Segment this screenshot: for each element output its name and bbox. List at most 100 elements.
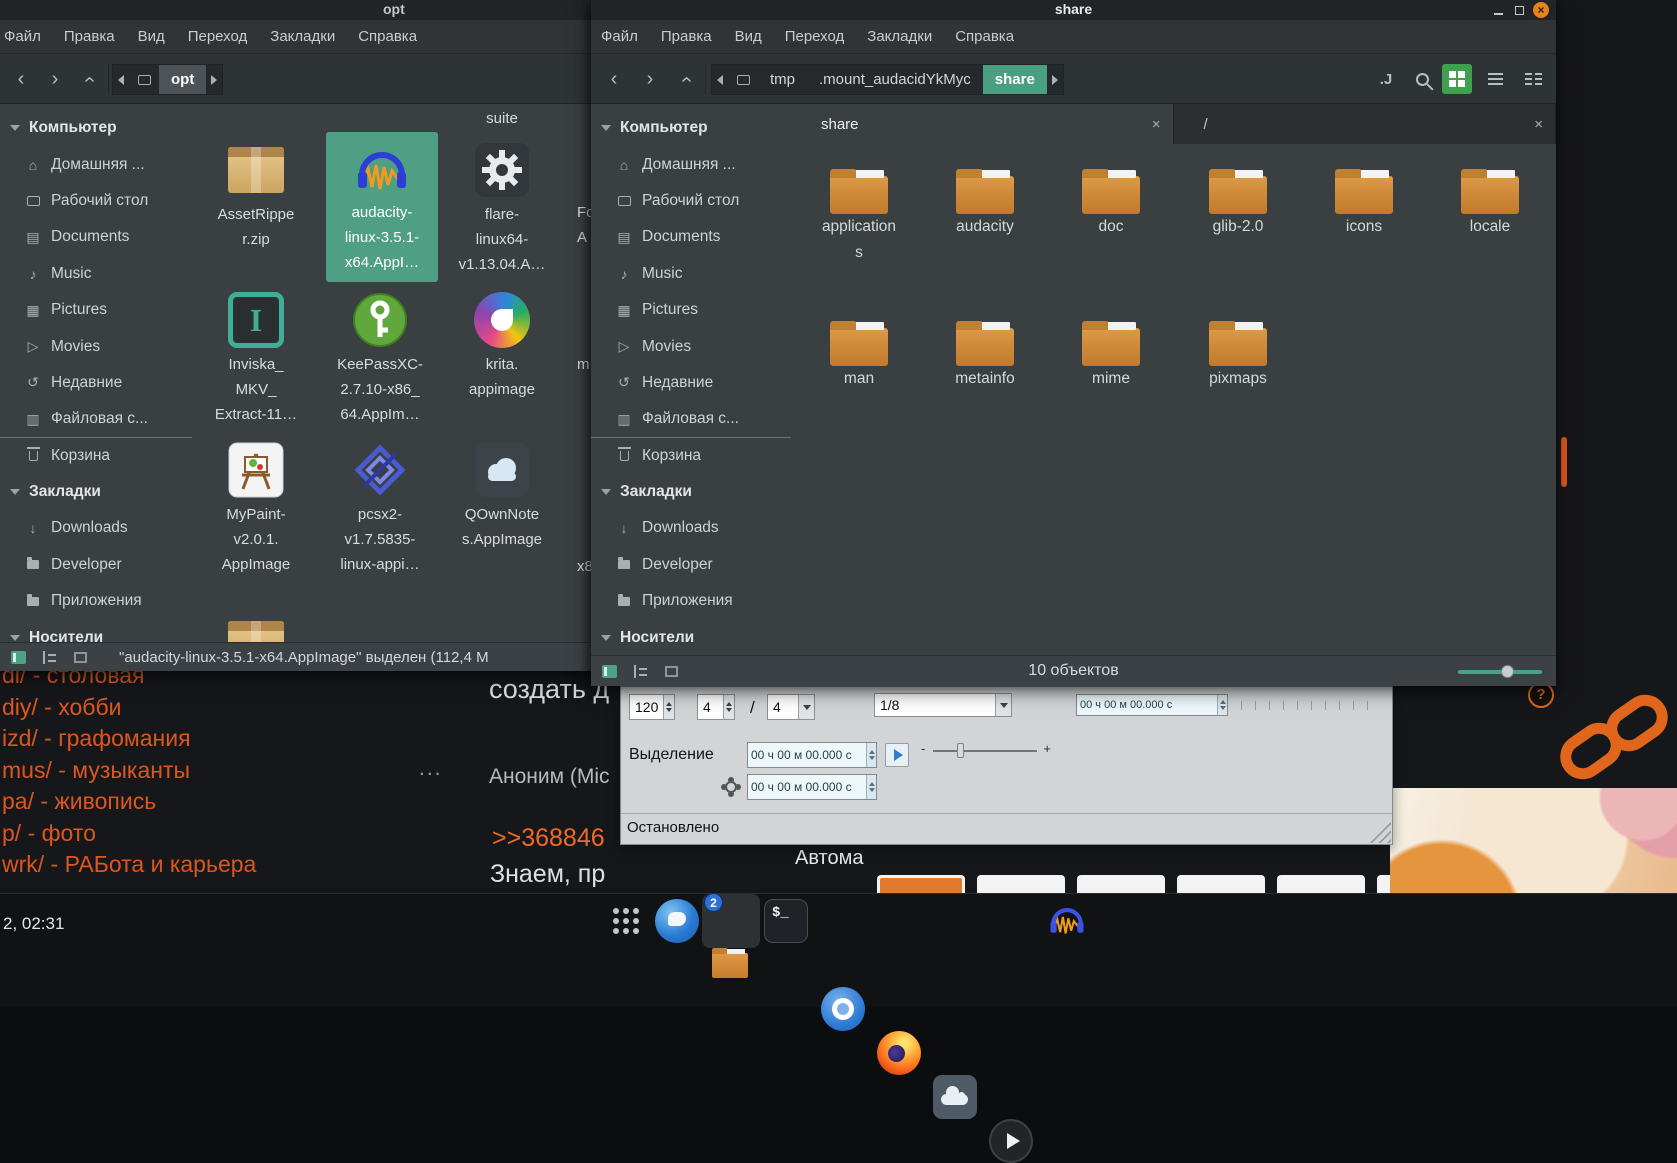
sidebar-item-developer[interactable]: Developer	[591, 547, 791, 583]
menu-help[interactable]: Справка	[955, 28, 1014, 45]
spinner-arrows-icon[interactable]	[866, 743, 876, 767]
close-button[interactable]: ×	[1533, 2, 1549, 18]
beats-spinbox[interactable]: 4	[697, 694, 735, 720]
tab-root[interactable]: / ×	[1174, 104, 1557, 144]
file-item-audacity-appimage-selected[interactable]: audacity-linux-3.5.1-x64.AppI…	[326, 132, 438, 282]
filter-button[interactable]: .J	[1371, 64, 1401, 94]
menu-go[interactable]: Переход	[785, 28, 845, 45]
file-item-inviska[interactable]: I Inviska_MKV_Extract-11…	[198, 288, 314, 427]
resize-grip[interactable]	[1369, 821, 1391, 843]
menu-edit[interactable]: Правка	[64, 28, 115, 45]
titlebar[interactable]: share ×	[591, 0, 1556, 20]
folder-item-applications[interactable]: applications	[799, 158, 919, 266]
sidebar-item-filesystem[interactable]: ▥Файловая с...	[0, 401, 192, 437]
audio-position-field[interactable]: 00 ч 00 м 00.000 с	[1076, 694, 1228, 716]
tab-close-icon[interactable]: ×	[1152, 116, 1161, 133]
slider-track[interactable]	[933, 750, 1037, 752]
path-segment-tmp[interactable]: tmp	[758, 65, 807, 94]
sidebar-item-pictures[interactable]: ▦Pictures	[0, 292, 192, 328]
sidebar-item-recent[interactable]: ↺Недавние	[0, 365, 192, 401]
blue-round-app-icon[interactable]	[655, 899, 699, 943]
places-icon[interactable]	[728, 65, 758, 94]
up-button[interactable]: ›	[671, 64, 701, 94]
sidebar-item-trash[interactable]: Корзина	[0, 438, 192, 474]
sidebar-item-applications[interactable]: Приложения	[0, 583, 192, 619]
menu-help[interactable]: Справка	[358, 28, 417, 45]
spinner-arrows-icon[interactable]	[866, 775, 876, 799]
path-segment-share[interactable]: share	[983, 65, 1047, 94]
forward-button[interactable]: ›	[635, 64, 665, 94]
spinner-arrows-icon[interactable]	[663, 695, 674, 719]
tempo-spinbox[interactable]: 120	[629, 694, 675, 720]
sidebar-section-bookmarks[interactable]: Закладки	[591, 474, 791, 510]
board-link[interactable]: diy/ - хобби	[2, 692, 256, 724]
sidebar-section-devices[interactable]: Носители	[0, 619, 192, 642]
folder-item-man[interactable]: man	[799, 310, 919, 392]
sidebar-item-documents[interactable]: ▤Documents	[591, 219, 791, 255]
sidebar-item-trash[interactable]: Корзина	[591, 438, 791, 474]
snap-dropdown[interactable]: 1/8	[874, 693, 1012, 717]
app-grid-button[interactable]	[613, 908, 639, 934]
file-item-partial-bottom[interactable]	[198, 612, 314, 642]
sidebar-item-filesystem[interactable]: ▥Файловая с...	[591, 401, 791, 437]
places-icon[interactable]	[129, 65, 159, 94]
post-menu-dots[interactable]: ...	[419, 757, 443, 781]
sidebar-item-documents[interactable]: ▤Documents	[0, 219, 192, 255]
slider-handle[interactable]	[957, 743, 964, 758]
tab-share[interactable]: share ×	[791, 104, 1174, 144]
sidebar-item-downloads[interactable]: ↓Downloads	[591, 510, 791, 546]
file-item-suite[interactable]: suite	[444, 106, 560, 131]
firefox-taskbar-icon[interactable]	[877, 1031, 921, 1075]
sidebar-item-recent[interactable]: ↺Недавние	[591, 365, 791, 401]
toggle-tree-button[interactable]	[36, 647, 62, 667]
menu-file[interactable]: Файл	[601, 28, 638, 45]
file-item-pcsx2[interactable]: pcsx2-v1.7.5835-linux-appi…	[322, 438, 438, 577]
toggle-panel-button[interactable]	[67, 647, 93, 667]
folder-item-audacity[interactable]: audacity	[925, 158, 1045, 240]
audacity-taskbar-icon[interactable]	[1045, 899, 1089, 943]
forward-button[interactable]: ›	[40, 64, 70, 94]
menu-view[interactable]: Вид	[138, 28, 165, 45]
sidebar-section-devices[interactable]: Носители	[591, 619, 791, 655]
file-item-keepassxc[interactable]: KeePassXC-2.7.10-x86_64.AppIm…	[322, 288, 438, 427]
sidebar-item-applications[interactable]: Приложения	[591, 583, 791, 619]
sidebar-item-music[interactable]: ♪Music	[0, 256, 192, 292]
folder-item-glib[interactable]: glib-2.0	[1178, 158, 1298, 240]
selection-end-field[interactable]: 00 ч 00 м 00.000 с	[747, 774, 877, 800]
terminal-taskbar-icon[interactable]: $_	[764, 899, 808, 943]
playback-speed-slider[interactable]: - +	[921, 743, 1051, 759]
menu-bookmarks[interactable]: Закладки	[867, 28, 932, 45]
path-scroll-left-icon[interactable]	[113, 65, 129, 94]
sidebar-item-movies[interactable]: ▷Movies	[0, 328, 192, 364]
folder-item-doc[interactable]: doc	[1051, 158, 1171, 240]
folder-item-locale[interactable]: locale	[1430, 158, 1550, 240]
menu-go[interactable]: Переход	[188, 28, 248, 45]
zoom-slider-handle[interactable]	[1501, 665, 1514, 678]
folder-item-metainfo[interactable]: metainfo	[925, 310, 1045, 392]
folder-item-mime[interactable]: mime	[1051, 310, 1171, 392]
board-link[interactable]: wrk/ - РАБота и карьера	[2, 849, 256, 881]
file-item-mypaint[interactable]: MyPaint-v2.0.1.AppImage	[198, 438, 314, 577]
sidebar-item-movies[interactable]: ▷Movies	[591, 328, 791, 364]
path-scroll-right-icon[interactable]	[206, 65, 222, 94]
sidebar-section-computer[interactable]: Компьютер	[591, 110, 791, 146]
spinner-arrows-icon[interactable]	[1217, 695, 1227, 715]
up-button[interactable]: ›	[74, 64, 104, 94]
compact-view-button[interactable]	[1518, 64, 1548, 94]
file-manager-taskbar-icon[interactable]	[708, 943, 752, 987]
clipped-filename-fragment[interactable]: A	[577, 229, 587, 246]
sidebar-item-desktop[interactable]: Рабочий стол	[0, 183, 192, 219]
minimize-button[interactable]	[1491, 3, 1505, 17]
sidebar-item-developer[interactable]: Developer	[0, 547, 192, 583]
sidebar-section-computer[interactable]: Компьютер	[0, 110, 192, 146]
toggle-sidebar-button[interactable]	[5, 647, 31, 667]
titlebar[interactable]: opt	[0, 0, 591, 20]
file-item-qownnotes[interactable]: QOwnNotes.AppImage	[444, 438, 560, 552]
back-button[interactable]: ‹	[6, 64, 36, 94]
path-segment-opt[interactable]: opt	[159, 65, 206, 94]
path-scroll-left-icon[interactable]	[712, 65, 728, 94]
clipped-filename-fragment[interactable]: x8	[577, 558, 591, 575]
sidebar-item-downloads[interactable]: ↓Downloads	[0, 510, 192, 546]
sidebar-item-desktop[interactable]: Рабочий стол	[591, 183, 791, 219]
board-link[interactable]: izd/ - графомания	[2, 723, 256, 755]
